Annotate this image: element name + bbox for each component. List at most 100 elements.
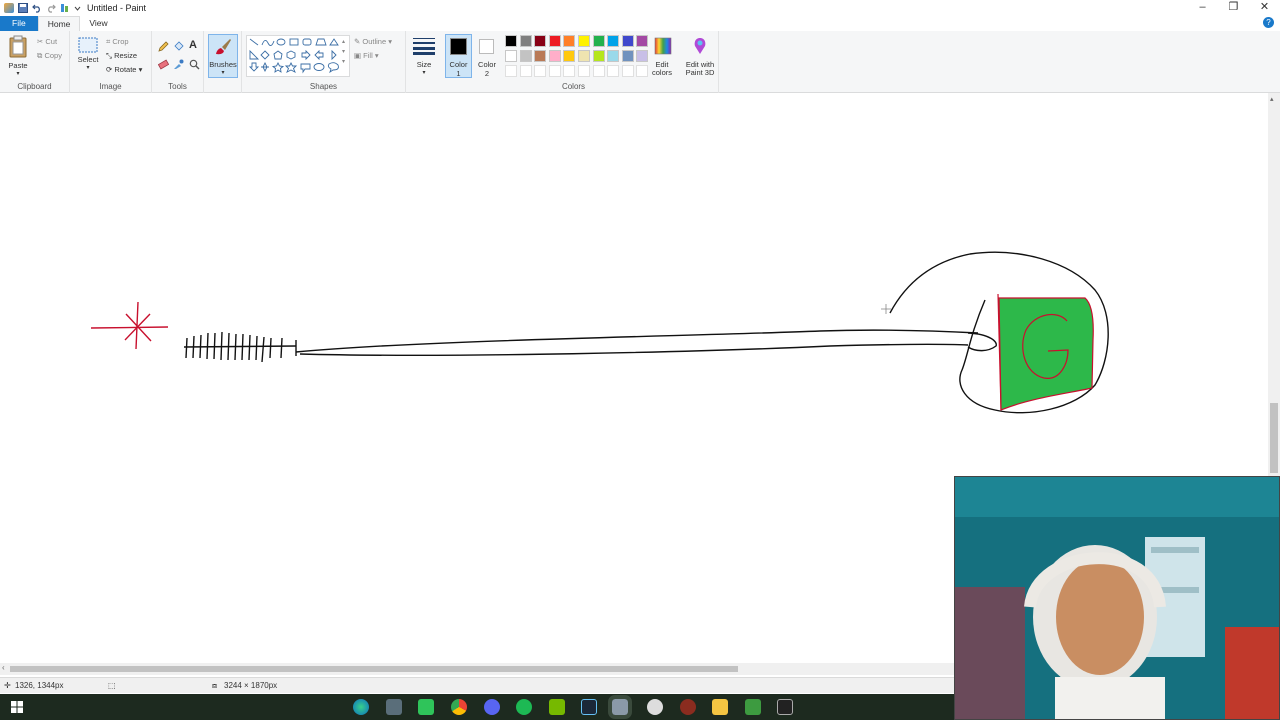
start-icon[interactable] <box>9 699 25 715</box>
terminal-icon[interactable] <box>745 699 761 715</box>
palette-swatch[interactable] <box>563 50 576 62</box>
undo-icon[interactable] <box>32 3 42 13</box>
explorer-icon[interactable] <box>712 699 728 715</box>
palette-swatch[interactable] <box>505 50 517 62</box>
colors-group-label: Colors <box>561 82 586 91</box>
nvidia-icon[interactable] <box>549 699 565 715</box>
edge-icon[interactable] <box>353 699 369 715</box>
palette-swatch[interactable] <box>607 35 620 47</box>
palette-swatch[interactable] <box>534 35 547 47</box>
discord-icon[interactable] <box>484 699 500 715</box>
app-icon[interactable] <box>386 699 402 715</box>
palette-swatch[interactable] <box>607 50 620 62</box>
redo-icon[interactable] <box>46 3 56 13</box>
crop-button[interactable]: ⌗ Crop <box>106 37 129 47</box>
select-label: Select <box>77 55 99 64</box>
customize-toolbar-icon[interactable] <box>60 3 70 13</box>
shapes-group-label: Shapes <box>309 82 338 91</box>
color1-label-line1: Color <box>449 60 468 69</box>
palette-swatch[interactable] <box>548 50 561 62</box>
brushes-group[interactable]: Brushes ▾ <box>204 31 242 93</box>
palette-swatch[interactable] <box>519 35 532 47</box>
image-group-label: Image <box>99 82 122 91</box>
copy-button[interactable]: ⧉ Copy <box>37 51 62 61</box>
monitor-icon[interactable] <box>777 699 793 715</box>
minimize-button[interactable]: – <box>1187 0 1218 16</box>
selection-size-icon: ⬚ <box>108 681 116 690</box>
record-icon[interactable] <box>680 699 696 715</box>
color2-label-line2: 2 <box>484 69 490 78</box>
palette-swatch-empty[interactable] <box>519 65 532 77</box>
palette-swatch-empty[interactable] <box>534 65 547 77</box>
fill-label: Fill <box>363 51 373 60</box>
text-tool-icon[interactable]: A <box>189 39 197 51</box>
horizontal-scroll-thumb[interactable] <box>10 666 738 672</box>
quick-access-toolbar <box>0 0 81 16</box>
palette-swatch-empty[interactable] <box>505 65 517 77</box>
copy-label: Copy <box>44 51 62 60</box>
paste-button[interactable]: Paste ▾ <box>4 35 32 77</box>
chrome-icon[interactable] <box>451 699 467 715</box>
resize-label: Resize <box>114 51 138 60</box>
webcam-overlay <box>954 476 1280 720</box>
palette-swatch[interactable] <box>592 35 605 47</box>
shapes-scroll[interactable]: ▴ ▾ ▾ <box>342 37 345 67</box>
green-box-drawing <box>997 293 1094 411</box>
palette-swatch[interactable] <box>505 35 517 47</box>
palette-swatch-empty[interactable] <box>563 65 576 77</box>
scroll-left-icon[interactable]: ‹ <box>2 663 5 672</box>
palette-swatch[interactable] <box>563 35 576 47</box>
tab-view[interactable]: View <box>80 16 116 31</box>
palette-swatch[interactable] <box>519 50 532 62</box>
palette-swatch-empty[interactable] <box>592 65 605 77</box>
rotate-button[interactable]: ⟳ Rotate ▾ <box>106 65 142 74</box>
select-icon <box>78 37 98 53</box>
palette-swatch[interactable] <box>578 50 590 62</box>
scroll-up-icon[interactable]: ▴ <box>1270 95 1274 103</box>
cut-button[interactable]: ✂ Cut <box>37 37 57 46</box>
palette-swatch[interactable] <box>636 35 649 47</box>
vertical-scroll-thumb[interactable] <box>1270 403 1278 473</box>
paint3d-icon[interactable] <box>692 37 708 55</box>
fill-bucket-icon[interactable] <box>173 41 184 52</box>
steam-icon[interactable] <box>581 699 597 715</box>
tab-file[interactable]: File <box>0 16 38 31</box>
clipboard-group-label: Clipboard <box>17 82 52 91</box>
image-group: Select ▾ ⌗ Crop ⤡ Resize ⟳ Rotate ▾ Imag… <box>70 31 152 93</box>
save-icon[interactable] <box>18 3 28 13</box>
edit-colors-icon[interactable] <box>654 37 672 55</box>
palette-swatch-empty[interactable] <box>607 65 620 77</box>
fill-button[interactable]: ▣ Fill ▾ <box>354 51 379 60</box>
obs-icon[interactable] <box>647 699 663 715</box>
shaft-drawing <box>295 329 997 356</box>
maximize-button[interactable]: ❐ <box>1218 0 1249 16</box>
palette-swatch[interactable] <box>578 35 590 47</box>
color2-button[interactable]: Color 2 <box>473 31 501 93</box>
shapes-gallery-icon <box>248 38 339 74</box>
palette-swatch[interactable] <box>592 50 605 62</box>
palette-swatch[interactable] <box>534 50 547 62</box>
whatsapp-icon[interactable] <box>418 699 434 715</box>
palette-swatch[interactable] <box>621 50 634 62</box>
select-button[interactable]: Select ▾ <box>74 37 102 71</box>
cursor-position: 1326, 1344px <box>15 681 64 690</box>
spotify-icon[interactable] <box>516 699 532 715</box>
magnifier-icon[interactable] <box>189 59 200 70</box>
color-picker-icon[interactable] <box>173 59 184 70</box>
eraser-icon[interactable] <box>158 59 169 70</box>
tab-home[interactable]: Home <box>37 16 81 31</box>
help-icon[interactable]: ? <box>1263 17 1274 28</box>
outline-button[interactable]: ✎ Outline ▾ <box>354 37 392 46</box>
resize-button[interactable]: ⤡ Resize <box>106 51 137 61</box>
palette-swatch-empty[interactable] <box>621 65 634 77</box>
size-group[interactable]: Size ▾ <box>406 31 442 93</box>
color1-button[interactable]: Color 1 <box>444 31 473 93</box>
palette-swatch-empty[interactable] <box>578 65 590 77</box>
palette-swatch-empty[interactable] <box>548 65 561 77</box>
dropdown-icon[interactable] <box>74 3 81 13</box>
paint-icon[interactable] <box>608 695 632 719</box>
pencil-icon[interactable] <box>158 41 169 52</box>
close-button[interactable]: ✕ <box>1249 0 1280 16</box>
palette-swatch[interactable] <box>548 35 561 47</box>
palette-swatch[interactable] <box>621 35 634 47</box>
